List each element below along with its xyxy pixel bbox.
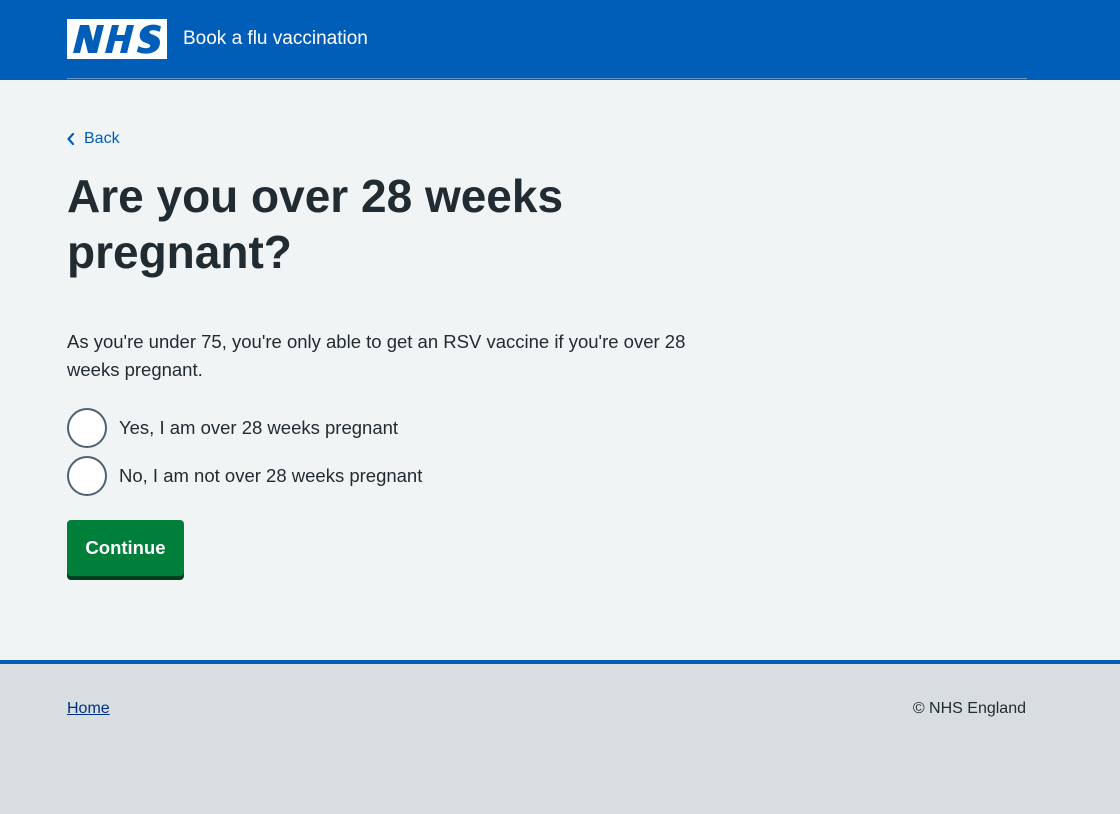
site-footer: Home © NHS England: [0, 660, 1120, 814]
continue-button[interactable]: Continue: [67, 520, 184, 576]
back-link[interactable]: Back: [66, 128, 120, 150]
site-header: Book a flu vaccination: [0, 0, 1120, 80]
radio-option-yes[interactable]: Yes, I am over 28 weeks pregnant: [67, 408, 398, 448]
radio-no-button[interactable]: [67, 456, 107, 496]
copyright-text: © NHS England: [912, 700, 1026, 717]
radio-yes-label[interactable]: Yes, I am over 28 weeks pregnant: [119, 417, 398, 439]
page-title: Are you over 28 weeks pregnant?: [67, 170, 564, 278]
service-name[interactable]: Book a flu vaccination: [183, 26, 368, 52]
question-hint: As you're under 75, you're only able to …: [67, 331, 686, 380]
radio-option-no[interactable]: No, I am not over 28 weeks pregnant: [67, 456, 422, 496]
nhs-logo-icon: [67, 19, 167, 59]
header-divider: [67, 78, 1027, 79]
nhs-logo[interactable]: [67, 19, 167, 59]
back-link-label: Back: [84, 130, 120, 147]
footer-home-link[interactable]: Home: [67, 700, 110, 718]
chevron-left-icon: [67, 132, 75, 146]
radio-no-label[interactable]: No, I am not over 28 weeks pregnant: [119, 465, 422, 487]
radio-yes-button[interactable]: [67, 408, 107, 448]
